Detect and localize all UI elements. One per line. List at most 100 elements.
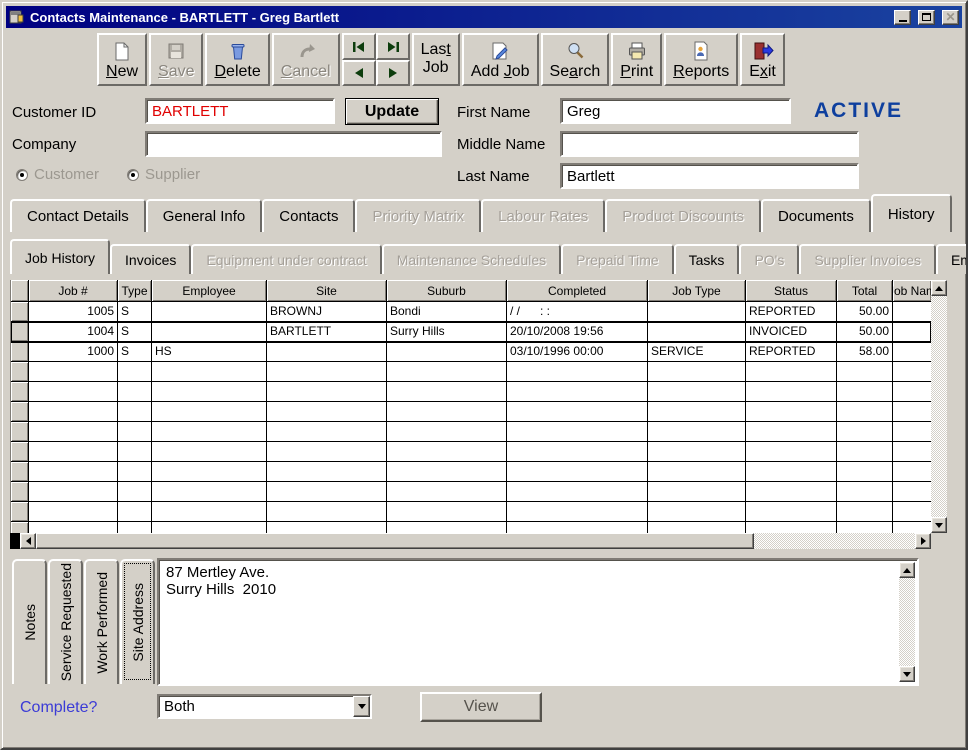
- grid-cell[interactable]: [387, 462, 507, 482]
- grid-cell[interactable]: [746, 362, 837, 382]
- grid-cell[interactable]: [507, 502, 648, 522]
- grid-cell[interactable]: S: [118, 322, 152, 342]
- grid-cell[interactable]: [648, 442, 746, 462]
- subtab-job-history[interactable]: Job History: [10, 239, 110, 274]
- customer-id-field[interactable]: [145, 98, 335, 124]
- grid-cell[interactable]: [387, 522, 507, 533]
- exit-button[interactable]: Exit: [740, 33, 785, 86]
- first-name-field[interactable]: [560, 98, 791, 124]
- grid-cell[interactable]: BROWNJ: [267, 302, 387, 322]
- grid-cell[interactable]: [118, 482, 152, 502]
- grid-cell[interactable]: [507, 382, 648, 402]
- grid-cell[interactable]: 1005: [29, 302, 118, 322]
- grid-cell[interactable]: [387, 482, 507, 502]
- scroll-down-icon[interactable]: [899, 666, 915, 682]
- middle-name-field[interactable]: [560, 131, 859, 157]
- grid-cell[interactable]: [29, 442, 118, 462]
- grid-cell[interactable]: [893, 522, 931, 533]
- grid-cell[interactable]: [267, 382, 387, 402]
- print-button[interactable]: Print: [611, 33, 662, 86]
- grid-cell[interactable]: [152, 482, 267, 502]
- grid-cell[interactable]: [746, 482, 837, 502]
- scroll-down-icon[interactable]: [931, 517, 947, 533]
- grid-cell[interactable]: [29, 382, 118, 402]
- grid-cell[interactable]: Bondi: [387, 302, 507, 322]
- grid-cell[interactable]: [152, 382, 267, 402]
- grid-cell[interactable]: [118, 462, 152, 482]
- grid-cell[interactable]: [837, 482, 893, 502]
- delete-button[interactable]: Delete: [205, 33, 269, 86]
- grid-cell[interactable]: [118, 362, 152, 382]
- vtab-notes[interactable]: Notes: [12, 559, 47, 684]
- grid-cell[interactable]: [746, 502, 837, 522]
- first-record-button[interactable]: [342, 33, 376, 60]
- subtab-tasks[interactable]: Tasks: [674, 244, 740, 274]
- row-selector[interactable]: [11, 422, 29, 442]
- grid-cell[interactable]: [893, 442, 931, 462]
- grid-cell[interactable]: [837, 422, 893, 442]
- grid-cell[interactable]: HS: [152, 342, 267, 362]
- grid-cell[interactable]: 50.00: [837, 302, 893, 322]
- scroll-right-icon[interactable]: [915, 533, 931, 549]
- grid-cell[interactable]: [152, 422, 267, 442]
- grid-cell[interactable]: [267, 462, 387, 482]
- grid-cell[interactable]: [507, 402, 648, 422]
- search-button[interactable]: Search: [541, 33, 610, 86]
- grid-cell[interactable]: [507, 522, 648, 533]
- grid-cell[interactable]: [152, 302, 267, 322]
- vtab-service-requested[interactable]: Service Requested: [48, 559, 83, 684]
- complete-select[interactable]: Both: [157, 694, 372, 719]
- grid-cell[interactable]: / / : :: [507, 302, 648, 322]
- grid-cell[interactable]: [29, 502, 118, 522]
- grid-cell[interactable]: [387, 442, 507, 462]
- subtab-invoices[interactable]: Invoices: [110, 244, 191, 274]
- row-selector[interactable]: [11, 482, 29, 502]
- table-row[interactable]: [11, 522, 931, 533]
- row-selector[interactable]: [11, 302, 29, 322]
- grid-cell[interactable]: [267, 422, 387, 442]
- grid-cell[interactable]: [29, 362, 118, 382]
- grid-cell[interactable]: [152, 442, 267, 462]
- grid-cell[interactable]: [893, 402, 931, 422]
- grid-cell[interactable]: [267, 502, 387, 522]
- table-row[interactable]: [11, 502, 931, 522]
- grid-cell[interactable]: [267, 522, 387, 533]
- column-header-job[interactable]: Job #: [29, 280, 118, 302]
- last-job-button[interactable]: Last Job: [412, 33, 460, 86]
- company-field[interactable]: [145, 131, 442, 157]
- grid-cell[interactable]: [267, 482, 387, 502]
- grid-cell[interactable]: [118, 402, 152, 422]
- grid-cell[interactable]: REPORTED: [746, 302, 837, 322]
- subtab-emails[interactable]: Emails: [936, 244, 968, 274]
- grid-cell[interactable]: 50.00: [837, 322, 893, 342]
- grid-cell[interactable]: [507, 362, 648, 382]
- table-row[interactable]: [11, 382, 931, 402]
- grid-cell[interactable]: 1000: [29, 342, 118, 362]
- grid-cell[interactable]: [746, 442, 837, 462]
- grid-cell[interactable]: [837, 382, 893, 402]
- grid-cell[interactable]: 20/10/2008 19:56: [507, 322, 648, 342]
- grid-cell[interactable]: [387, 382, 507, 402]
- grid-cell[interactable]: [837, 362, 893, 382]
- grid-cell[interactable]: 03/10/1996 00:00: [507, 342, 648, 362]
- column-header-site[interactable]: Site: [267, 280, 387, 302]
- grid-cell[interactable]: [118, 422, 152, 442]
- grid-cell[interactable]: [118, 382, 152, 402]
- last-name-field[interactable]: [560, 163, 859, 189]
- table-row[interactable]: [11, 482, 931, 502]
- grid-cell[interactable]: [387, 362, 507, 382]
- next-record-button[interactable]: [376, 60, 410, 86]
- row-selector[interactable]: [11, 402, 29, 422]
- grid-cell[interactable]: [648, 402, 746, 422]
- tab-general-info[interactable]: General Info: [146, 199, 263, 232]
- grid-cell[interactable]: [648, 382, 746, 402]
- grid-cell[interactable]: [507, 462, 648, 482]
- grid-cell[interactable]: 58.00: [837, 342, 893, 362]
- scroll-up-icon[interactable]: [931, 280, 947, 296]
- grid-cell[interactable]: [648, 422, 746, 442]
- grid-cell[interactable]: [118, 442, 152, 462]
- tab-contacts[interactable]: Contacts: [262, 199, 355, 232]
- grid-cell[interactable]: [648, 302, 746, 322]
- grid-cell[interactable]: [893, 322, 931, 342]
- grid-cell[interactable]: [29, 482, 118, 502]
